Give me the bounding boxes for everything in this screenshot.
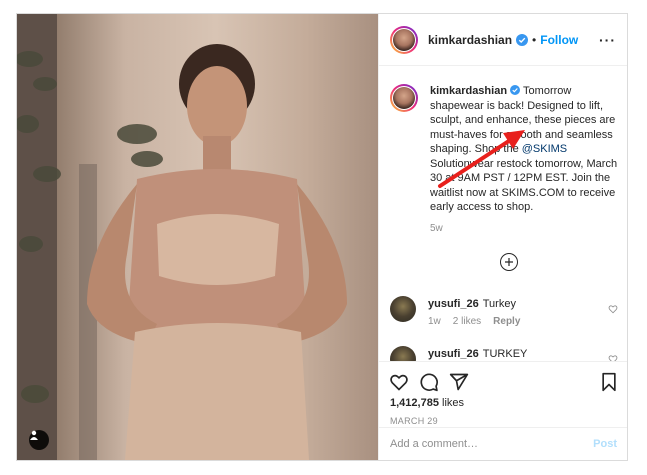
share-icon[interactable] [449, 372, 469, 392]
avatar[interactable] [390, 25, 418, 54]
separator-dot: • [532, 32, 537, 47]
comment-likes[interactable]: 2 likes [453, 316, 481, 327]
comment-username[interactable]: yusufi_26 [428, 348, 479, 360]
comment-body: Turkey [482, 298, 516, 310]
post-sidebar: kimkardashian • Follow ··· kimkardashian… [378, 14, 627, 460]
follow-button[interactable]: Follow [540, 33, 578, 47]
comment-body: TURKEY [482, 348, 528, 360]
likes-count[interactable]: 1,412,785 likes [390, 397, 464, 409]
action-bar [379, 361, 627, 393]
post-comment-button[interactable]: Post [593, 438, 617, 450]
comment-icon[interactable] [419, 372, 439, 392]
comment-text: yusufi_26 Turkey [428, 298, 516, 310]
like-heart-icon[interactable] [389, 372, 409, 392]
caption-username[interactable]: kimkardashian [430, 85, 507, 97]
mention-link[interactable]: @SKIMS [522, 143, 567, 155]
reply-button[interactable]: Reply [493, 316, 520, 327]
verified-badge-icon [510, 85, 521, 95]
post-photo[interactable] [17, 14, 378, 460]
post-card: kimkardashian • Follow ··· kimkardashian… [16, 13, 628, 461]
caption-body-end: Solutionwear restock tomorrow, March 30 … [430, 157, 618, 214]
comment-text: yusufi_26 TURKEY [428, 348, 527, 360]
add-comment-bar: Post [379, 427, 627, 460]
verified-badge-icon [516, 33, 529, 46]
post-header: kimkardashian • Follow ··· [379, 14, 627, 66]
comment-input[interactable] [390, 438, 594, 450]
comment-item: yusufi_26 Turkey 1w 2 likes Reply [390, 296, 618, 336]
heart-icon[interactable] [608, 354, 618, 361]
likes-word: likes [442, 397, 465, 409]
likes-number: 1,412,785 [390, 397, 439, 409]
comment-item: yusufi_26 TURKEY [390, 346, 618, 361]
photo-illustration [17, 14, 347, 460]
comment-avatar[interactable] [390, 346, 416, 361]
plus-icon [505, 258, 513, 266]
comment-meta: 1w 2 likes Reply [428, 316, 532, 327]
heart-icon[interactable] [608, 304, 618, 314]
caption-age[interactable]: 5w [430, 223, 618, 234]
comment-age[interactable]: 1w [428, 316, 441, 327]
comment-username[interactable]: yusufi_26 [428, 298, 479, 310]
caption: kimkardashian Tomorrow shapewear is back!… [390, 84, 618, 234]
load-more-comments-button[interactable] [500, 253, 518, 271]
caption-avatar[interactable] [390, 84, 418, 112]
comments-list[interactable]: kimkardashian Tomorrow shapewear is back!… [379, 67, 627, 361]
header-username[interactable]: kimkardashian [428, 33, 512, 47]
post-date[interactable]: MARCH 29 [390, 416, 438, 426]
comment-avatar[interactable] [390, 296, 416, 322]
bookmark-icon[interactable] [600, 372, 618, 392]
caption-text: kimkardashian Tomorrow shapewear is back!… [430, 84, 624, 215]
more-icon[interactable]: ··· [599, 32, 616, 48]
tagged-user-icon[interactable] [29, 430, 49, 450]
